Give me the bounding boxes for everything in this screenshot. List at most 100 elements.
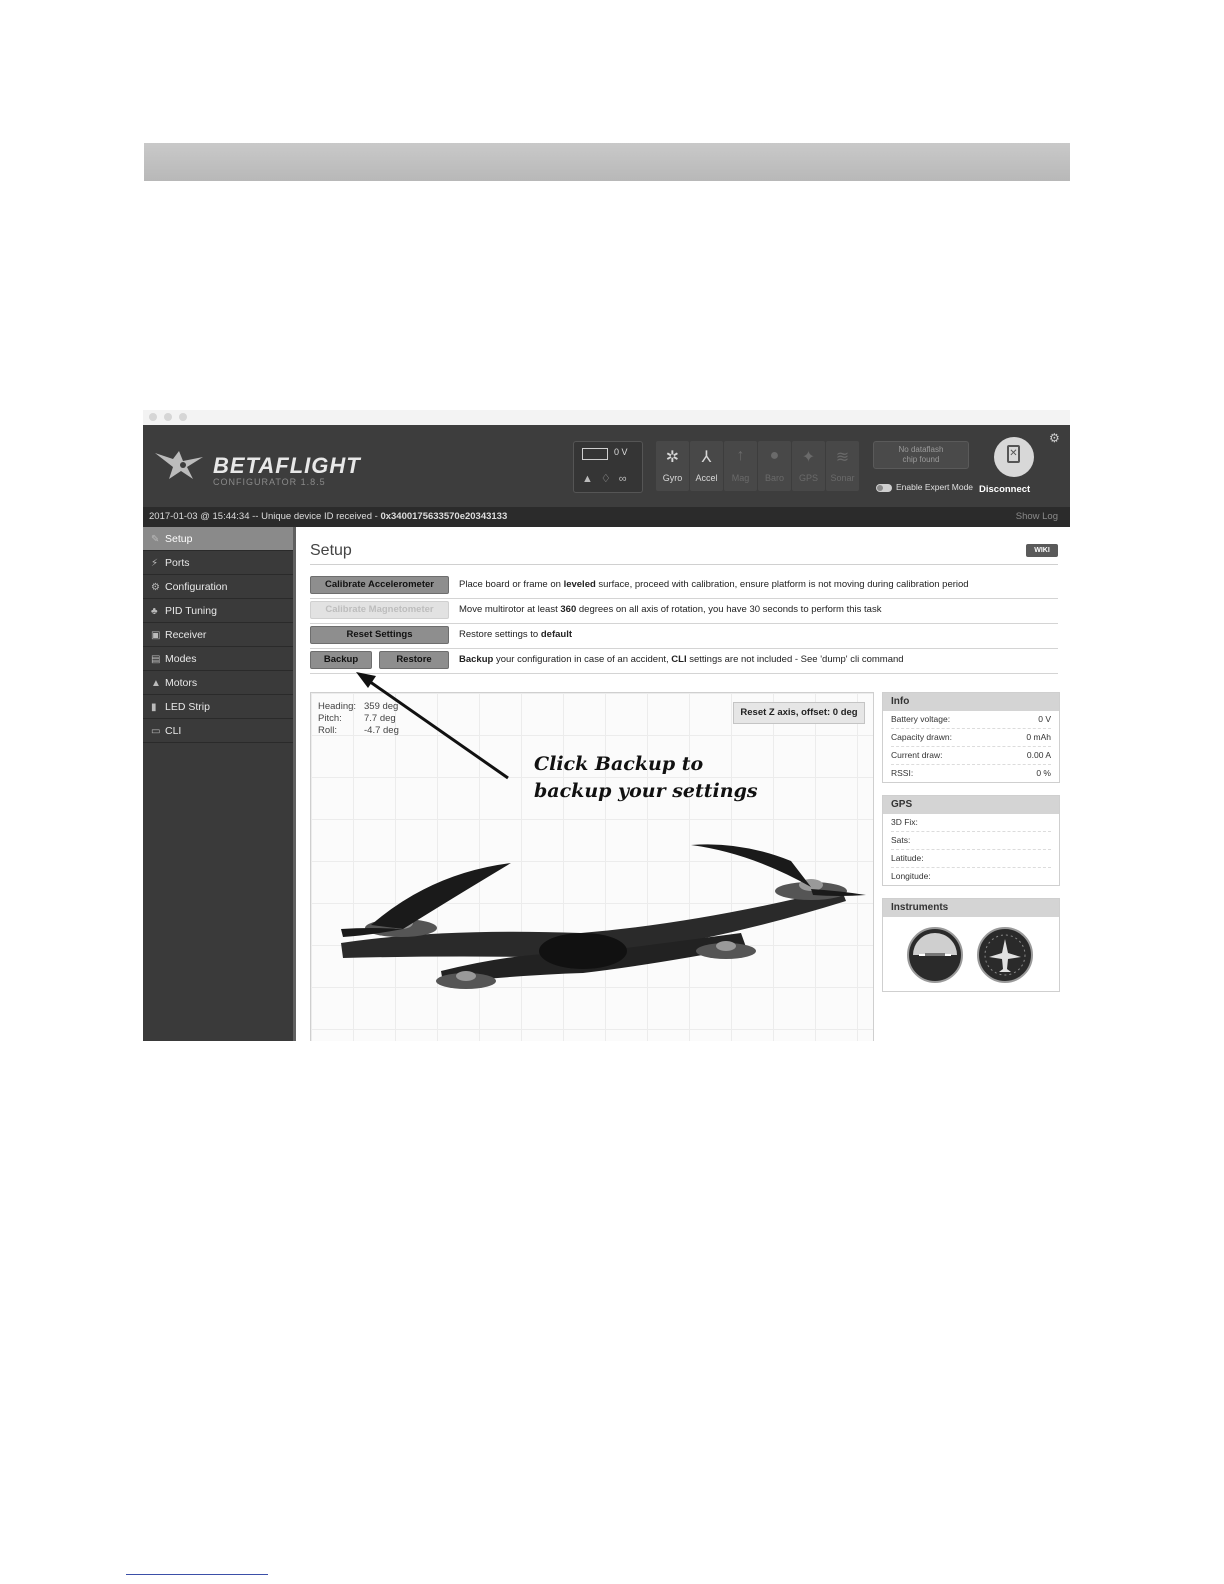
heading-indicator-icon bbox=[977, 927, 1033, 983]
plug-icon: ⚡ bbox=[151, 558, 159, 569]
gyro-icon: ✲ bbox=[665, 449, 680, 466]
gps-row-latitude: Latitude: bbox=[891, 850, 1051, 868]
heading-value: 359 deg bbox=[364, 701, 399, 712]
sensor-status: ✲ Gyro ⅄ Accel ↑ Mag ● Baro ✦ GPS ≋ Sonar bbox=[656, 441, 860, 491]
pitch-value: 7.7 deg bbox=[364, 713, 396, 724]
battery-voltage: 0 V bbox=[614, 447, 628, 457]
sliders-icon: ♣ bbox=[151, 606, 158, 617]
expert-mode-label: Enable Expert Mode bbox=[896, 482, 974, 492]
sensor-gyro: ✲ Gyro bbox=[656, 441, 689, 491]
battery-widget: 0 V ▲♢∞ bbox=[573, 441, 643, 493]
receiver-icon: ▣ bbox=[151, 630, 161, 641]
window-maximize-button[interactable] bbox=[179, 413, 187, 421]
reset-settings-row: Reset Settings Restore settings to defau… bbox=[310, 624, 1058, 649]
app-header: BETAFLIGHT CONFIGURATOR 1.8.5 0 V ▲♢∞ ✲ G… bbox=[143, 425, 1070, 507]
sensor-sonar: ≋ Sonar bbox=[826, 441, 859, 491]
battery-icon bbox=[582, 448, 608, 460]
window-minimize-button[interactable] bbox=[164, 413, 172, 421]
show-log-link[interactable]: Show Log bbox=[1016, 511, 1058, 522]
gps-icon: ✦ bbox=[801, 449, 816, 466]
expert-mode-toggle[interactable]: Enable Expert Mode bbox=[876, 482, 973, 492]
restore-button[interactable]: Restore bbox=[379, 651, 449, 669]
calibrate-accelerometer-button[interactable]: Calibrate Accelerometer bbox=[310, 576, 449, 594]
sidebar-item-configuration[interactable]: ⚙ Configuration bbox=[143, 575, 293, 599]
usb-icon: ✕ bbox=[1007, 445, 1020, 463]
app-logo-text: BETAFLIGHT bbox=[213, 453, 361, 478]
sensor-accel: ⅄ Accel bbox=[690, 441, 723, 491]
backup-annotation: Click Backup to backup your settings bbox=[534, 753, 758, 802]
settings-gear-icon[interactable]: ⚙ bbox=[1049, 431, 1060, 445]
disconnect-button[interactable]: ✕ bbox=[994, 437, 1034, 477]
instruments-panel-title: Instruments bbox=[883, 899, 1059, 917]
motor-icon: ▲ bbox=[151, 678, 161, 689]
sonar-icon: ≋ bbox=[835, 449, 850, 466]
sidebar-item-modes[interactable]: ▤ Modes bbox=[143, 647, 293, 671]
sidebar-item-led-strip[interactable]: ▮ LED Strip bbox=[143, 695, 293, 719]
sidebar-item-receiver[interactable]: ▣ Receiver bbox=[143, 623, 293, 647]
sidebar-item-setup[interactable]: ✎ Setup bbox=[143, 527, 293, 551]
sidebar-item-pid-tuning[interactable]: ♣ PID Tuning bbox=[143, 599, 293, 623]
toggle-switch[interactable] bbox=[876, 483, 892, 492]
page-title: Setup bbox=[310, 542, 352, 559]
gps-panel: GPS 3D Fix: Sats: Latitude: Longitude: bbox=[882, 795, 1060, 886]
info-panel: Info Battery voltage: 0 V Capacity drawn:… bbox=[882, 692, 1060, 783]
calibrate-accel-row: Calibrate Accelerometer Place board or f… bbox=[310, 574, 1058, 599]
backup-restore-row: Backup Restore Backup your configuration… bbox=[310, 649, 1058, 674]
footer-link-underline[interactable] bbox=[126, 1574, 268, 1575]
status-bar: 2017-01-03 @ 15:44:34 -- Unique device I… bbox=[143, 507, 1070, 527]
model-viewer[interactable]: Heading: 359 deg Pitch: 7.7 deg Roll: -4.7 … bbox=[310, 692, 874, 1041]
info-row-rssi: RSSI: 0 % bbox=[891, 768, 1051, 778]
status-message: 2017-01-03 @ 15:44:34 -- Unique device I… bbox=[149, 511, 508, 522]
terminal-icon: ▭ bbox=[151, 726, 161, 737]
reset-settings-button[interactable]: Reset Settings bbox=[310, 626, 449, 644]
betaflight-bird-icon bbox=[155, 451, 203, 479]
gps-panel-title: GPS bbox=[883, 796, 1059, 814]
accel-icon: ⅄ bbox=[701, 449, 712, 466]
mag-icon: ↑ bbox=[736, 447, 745, 464]
reset-z-axis-button[interactable]: Reset Z axis, offset: 0 deg bbox=[733, 702, 865, 724]
info-panel-title: Info bbox=[883, 693, 1059, 711]
document-header-bar bbox=[144, 143, 1070, 181]
window-titlebar bbox=[143, 410, 1070, 425]
sidebar-item-motors[interactable]: ▲ Motors bbox=[143, 671, 293, 695]
link-icon: ∞ bbox=[618, 473, 635, 485]
modes-icon: ▤ bbox=[151, 654, 161, 665]
sensor-baro: ● Baro bbox=[758, 441, 791, 491]
quadcopter-model-icon bbox=[341, 844, 866, 989]
parachute-icon: ♢ bbox=[600, 473, 619, 485]
info-row-current: Current draw: 0.00 A bbox=[891, 747, 1051, 765]
gear-icon: ⚙ bbox=[151, 582, 160, 593]
backup-button[interactable]: Backup bbox=[310, 651, 372, 669]
wiki-button[interactable]: WIKI bbox=[1026, 544, 1058, 557]
sidebar: ✎ Setup ⚡ Ports ⚙ Configuration ♣ PID Tuning… bbox=[143, 527, 296, 1041]
roll-value: -4.7 deg bbox=[364, 725, 399, 736]
betaflight-window: BETAFLIGHT CONFIGURATOR 1.8.5 0 V ▲♢∞ ✲ G… bbox=[143, 410, 1070, 1041]
app-version: CONFIGURATOR 1.8.5 bbox=[213, 477, 326, 487]
disconnect-label[interactable]: Disconnect bbox=[979, 484, 1030, 495]
calibrate-magnetometer-button[interactable]: Calibrate Magnetometer bbox=[310, 601, 449, 619]
sidebar-item-cli[interactable]: ▭ CLI bbox=[143, 719, 293, 743]
title-divider bbox=[310, 564, 1058, 565]
instruments-panel: Instruments bbox=[882, 898, 1060, 992]
info-row-capacity: Capacity drawn: 0 mAh bbox=[891, 729, 1051, 747]
window-close-button[interactable] bbox=[149, 413, 157, 421]
dataflash-status: No dataflash chip found bbox=[873, 441, 969, 469]
calibrate-mag-description: Move multirotor at least 360 degrees on … bbox=[459, 604, 882, 615]
warning-icon: ▲ bbox=[582, 473, 601, 485]
instruments-area bbox=[883, 917, 1059, 991]
led-icon: ▮ bbox=[151, 702, 157, 713]
sensor-mag: ↑ Mag bbox=[724, 441, 757, 491]
attitude-indicator-icon bbox=[907, 927, 963, 983]
backup-description: Backup your configuration in case of an … bbox=[459, 654, 904, 665]
attitude-readout: Heading: 359 deg Pitch: 7.7 deg Roll: -4.7 … bbox=[318, 701, 399, 736]
gps-row-longitude: Longitude: bbox=[891, 871, 931, 881]
gps-row-sats: Sats: bbox=[891, 832, 1051, 850]
calibrate-mag-row: Calibrate Magnetometer Move multirotor a… bbox=[310, 599, 1058, 624]
sidebar-item-ports[interactable]: ⚡ Ports bbox=[143, 551, 293, 575]
baro-icon: ● bbox=[769, 447, 780, 464]
reset-settings-description: Restore settings to default bbox=[459, 629, 572, 640]
wrench-icon: ✎ bbox=[151, 534, 160, 545]
calibrate-accel-description: Place board or frame on leveled surface,… bbox=[459, 579, 969, 590]
device-id: 0x3400175633570e20343133 bbox=[380, 511, 508, 522]
sensor-gps: ✦ GPS bbox=[792, 441, 825, 491]
